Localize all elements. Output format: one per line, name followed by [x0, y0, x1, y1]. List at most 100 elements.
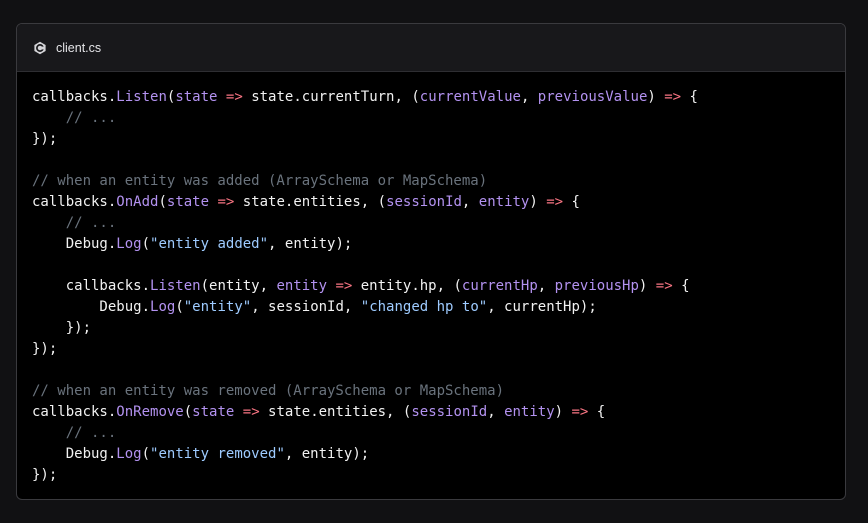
code-line: Debug.Log("entity", sessionId, "changed … — [32, 297, 698, 318]
csharp-file-icon — [33, 41, 47, 55]
code-line: callbacks.OnAdd(state => state.entities,… — [32, 192, 698, 213]
parameter-name: previousValue — [537, 89, 648, 105]
code-line: // ... — [32, 423, 698, 444]
code-line: // ... — [32, 213, 698, 234]
parameter-name: entity — [478, 194, 530, 210]
parameter-name: sessionId — [411, 404, 488, 420]
code-line: Debug.Log("entity removed", entity); — [32, 444, 698, 465]
code-line: }); — [32, 129, 698, 150]
method-name: OnAdd — [116, 194, 159, 210]
string-literal: "changed hp to" — [360, 299, 488, 315]
code-text: entity.hp, ( — [352, 278, 462, 294]
parameter-name: entity — [504, 404, 555, 420]
string-literal: "entity" — [183, 299, 252, 315]
code-line: }); — [32, 465, 698, 486]
code-text: state.currentTurn, ( — [242, 89, 420, 105]
code-text: ( — [183, 404, 193, 420]
code-text: , — [487, 404, 505, 420]
code-text: Debug. — [32, 299, 151, 315]
code-line: callbacks.Listen(state => state.currentT… — [32, 87, 698, 108]
code-line: callbacks.Listen(entity, entity => entit… — [32, 276, 698, 297]
code-text: callbacks. — [32, 89, 117, 105]
code-block: client.cs callbacks.Listen(state => stat… — [16, 23, 846, 500]
code-text: , entity); — [268, 236, 353, 252]
code-text: }); — [32, 131, 58, 147]
code-content: callbacks.Listen(state => state.currentT… — [32, 87, 698, 486]
code-text: , — [537, 278, 555, 294]
code-comment: // when an entity was removed (ArraySche… — [32, 383, 505, 399]
code-comment: // ... — [65, 425, 117, 441]
code-text: callbacks. — [32, 404, 117, 420]
code-text: ( — [141, 446, 151, 462]
parameter-name: sessionId — [386, 194, 462, 210]
code-text: }); — [32, 341, 58, 357]
method-name: OnRemove — [116, 404, 184, 420]
code-text: , — [461, 194, 479, 210]
string-literal: "entity removed" — [150, 446, 285, 462]
code-text: { — [681, 89, 698, 105]
code-text: ) — [554, 404, 572, 420]
method-name: Log — [116, 446, 142, 462]
code-text: (entity, — [200, 278, 277, 294]
method-name: Log — [116, 236, 142, 252]
code-text: { — [588, 404, 606, 420]
code-text: ( — [141, 236, 151, 252]
code-comment: // ... — [65, 110, 117, 126]
parameter-name: previousHp — [554, 278, 639, 294]
code-text: , sessionId, — [251, 299, 361, 315]
parameter-name: state — [166, 194, 210, 210]
parameter-name: state — [175, 89, 218, 105]
code-text: ) — [647, 89, 665, 105]
code-text: callbacks. — [32, 194, 117, 210]
arrow-operator: => — [546, 194, 564, 210]
arrow-operator: => — [655, 278, 673, 294]
code-text: , entity); — [284, 446, 370, 462]
parameter-name: currentHp — [461, 278, 538, 294]
parameter-name: entity — [276, 278, 328, 294]
code-comment: // when an entity was added (ArraySchema… — [32, 173, 488, 189]
method-name: Listen — [116, 89, 167, 105]
code-text: , currentHp); — [487, 299, 597, 315]
code-text: callbacks. — [32, 278, 151, 294]
arrow-operator: => — [335, 278, 353, 294]
code-text: ( — [158, 194, 167, 210]
code-text: }); — [32, 467, 58, 483]
code-text: }); — [32, 320, 92, 336]
code-text: state.entities, ( — [259, 404, 412, 420]
string-literal: "entity added" — [150, 236, 269, 252]
code-text: Debug. — [32, 446, 117, 462]
code-text: ( — [175, 299, 184, 315]
code-line: Debug.Log("entity added", entity); — [32, 234, 698, 255]
code-text: , — [520, 89, 538, 105]
code-text: { — [672, 278, 690, 294]
file-tab-bar: client.cs — [17, 24, 845, 72]
file-name: client.cs — [56, 40, 102, 55]
code-line: // ... — [32, 108, 698, 129]
code-line: // when an entity was added (ArraySchema… — [32, 171, 698, 192]
method-name: Listen — [150, 278, 201, 294]
method-name: Log — [150, 299, 176, 315]
arrow-operator: => — [217, 194, 235, 210]
arrow-operator: => — [571, 404, 589, 420]
parameter-name: state — [192, 404, 235, 420]
code-text: ) — [529, 194, 547, 210]
code-text: { — [563, 194, 580, 210]
arrow-operator: => — [225, 89, 243, 105]
code-line: }); — [32, 318, 698, 339]
arrow-operator: => — [664, 89, 682, 105]
code-text: Debug. — [32, 236, 117, 252]
parameter-name: currentValue — [419, 89, 521, 105]
code-text: state.entities, ( — [234, 194, 387, 210]
arrow-operator: => — [242, 404, 260, 420]
code-line: callbacks.OnRemove(state => state.entiti… — [32, 402, 698, 423]
code-line: }); — [32, 339, 698, 360]
code-comment: // ... — [65, 215, 117, 231]
